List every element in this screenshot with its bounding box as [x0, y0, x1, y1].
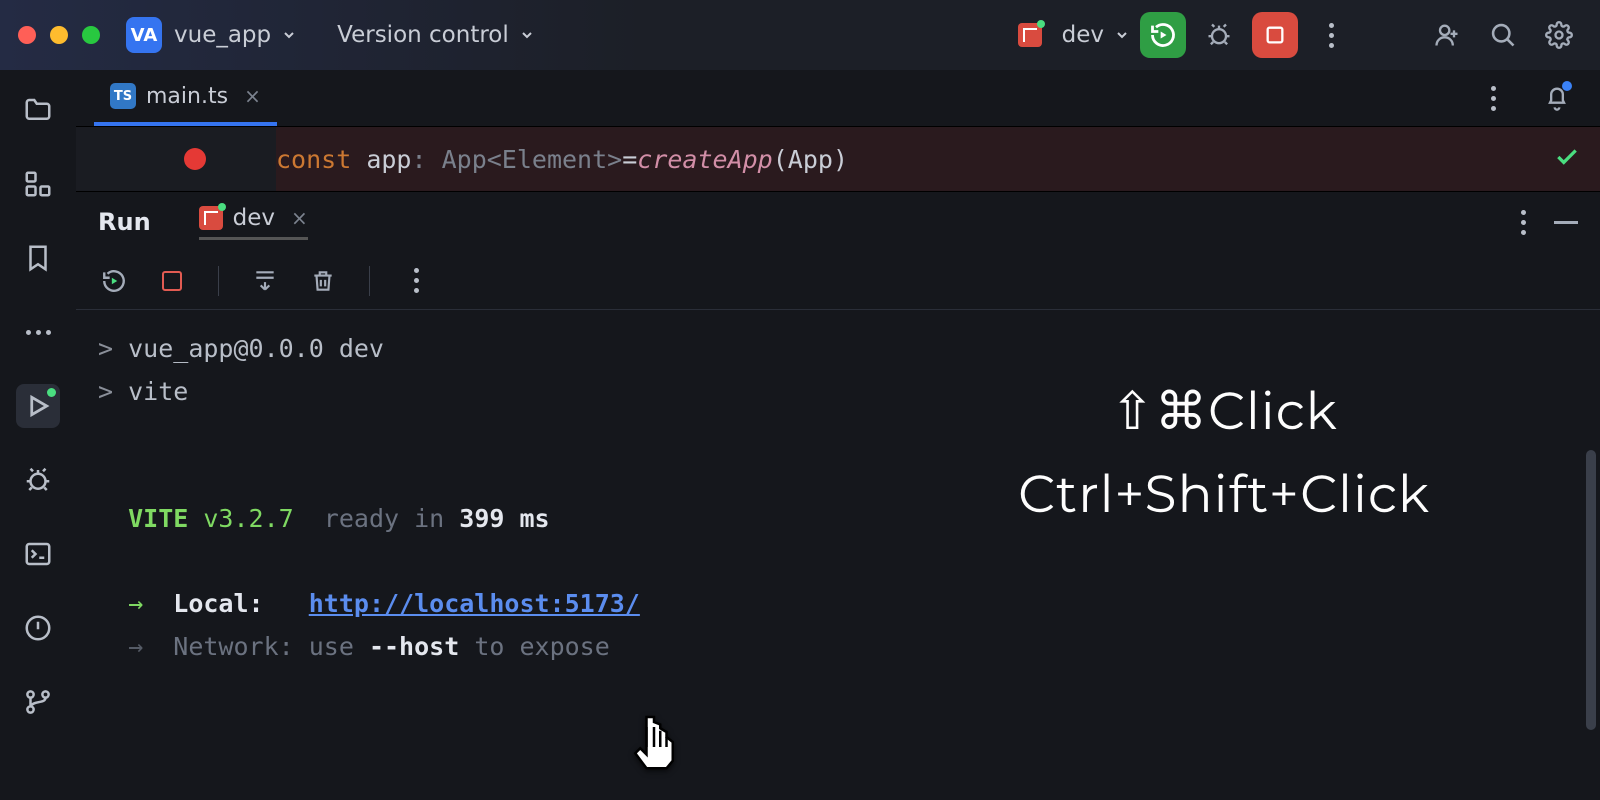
- stop-icon: [162, 271, 182, 291]
- rerun-icon: [101, 268, 127, 294]
- chevron-down-icon: [281, 27, 297, 43]
- problems-tool-button[interactable]: [16, 606, 60, 650]
- add-person-icon: [1433, 21, 1461, 49]
- run-panel-options[interactable]: [1521, 210, 1526, 235]
- chevron-down-icon: [519, 27, 535, 43]
- vcs-dropdown[interactable]: Version control: [337, 22, 535, 48]
- project-dropdown[interactable]: vue_app: [174, 22, 297, 48]
- minimize-window-button[interactable]: [50, 26, 68, 44]
- structure-icon: [23, 169, 53, 199]
- terminal-tool-button[interactable]: [16, 532, 60, 576]
- more-vertical-icon: [1491, 86, 1496, 111]
- shortcut-mac: ⇧⌘Click: [1018, 370, 1430, 453]
- ts-file-icon: TS: [110, 83, 136, 109]
- editor[interactable]: const app : App<Element> = createApp (Ap…: [76, 126, 1600, 192]
- shortcut-overlay: ⇧⌘Click Ctrl+Shift+Click: [1018, 370, 1430, 536]
- notifications-button[interactable]: [1534, 75, 1580, 121]
- divider: [218, 266, 219, 296]
- debug-tool-button[interactable]: [16, 458, 60, 502]
- file-tab-name: main.ts: [146, 84, 228, 109]
- run-panel-label: Run: [98, 208, 151, 236]
- project-name: vue_app: [174, 22, 271, 48]
- scrollbar[interactable]: [1586, 450, 1596, 730]
- code-line: const app : App<Element> = createApp (Ap…: [276, 145, 848, 174]
- titlebar: VA vue_app Version control dev: [0, 0, 1600, 70]
- vcs-label: Version control: [337, 22, 509, 48]
- close-run-tab-button[interactable]: ×: [291, 206, 308, 230]
- search-everywhere-button[interactable]: [1480, 12, 1526, 58]
- editor-tab-options[interactable]: [1470, 75, 1516, 121]
- run-toolbar: [76, 252, 1600, 310]
- bug-icon: [23, 465, 53, 495]
- search-icon: [1489, 21, 1517, 49]
- more-tools-button[interactable]: [16, 310, 60, 354]
- inspection-ok-icon[interactable]: [1554, 144, 1580, 175]
- bookmarks-tool-button[interactable]: [16, 236, 60, 280]
- npm-icon: [1018, 23, 1042, 47]
- bug-icon: [1205, 21, 1233, 49]
- divider: [369, 266, 370, 296]
- run-tab-name: dev: [233, 205, 275, 231]
- stop-icon: [1264, 24, 1286, 46]
- console-options-button[interactable]: [400, 265, 432, 297]
- rerun-icon: [1149, 21, 1177, 49]
- run-tool-button[interactable]: [16, 384, 60, 428]
- bookmark-icon: [23, 243, 53, 273]
- rerun-button[interactable]: [1140, 12, 1186, 58]
- editor-tabs: TS main.ts ×: [76, 70, 1600, 126]
- close-window-button[interactable]: [18, 26, 36, 44]
- maximize-window-button[interactable]: [82, 26, 100, 44]
- more-vertical-icon: [1521, 210, 1526, 235]
- file-tab-main-ts[interactable]: TS main.ts ×: [94, 70, 277, 126]
- shortcut-win: Ctrl+Shift+Click: [1018, 453, 1430, 536]
- chevron-down-icon: [1114, 27, 1130, 43]
- main-content: TS main.ts × const app: [76, 70, 1600, 800]
- breakpoint-marker[interactable]: [184, 148, 206, 170]
- stop-button[interactable]: [1252, 12, 1298, 58]
- run-config-dropdown[interactable]: dev: [1018, 22, 1130, 48]
- code-with-me-button[interactable]: [1424, 12, 1470, 58]
- git-branch-icon: [23, 687, 53, 717]
- notification-dot: [1562, 81, 1572, 91]
- hide-panel-button[interactable]: [1554, 221, 1578, 224]
- scroll-down-icon: [252, 268, 278, 294]
- npm-icon: [199, 206, 223, 230]
- run-tab-dev[interactable]: dev ×: [199, 205, 308, 240]
- terminal-icon: [23, 539, 53, 569]
- warning-icon: [23, 613, 53, 643]
- window-controls[interactable]: [18, 26, 100, 44]
- more-actions-button[interactable]: [1308, 12, 1354, 58]
- project-tool-button[interactable]: [16, 88, 60, 132]
- more-horizontal-icon: [26, 330, 51, 335]
- editor-gutter[interactable]: [76, 127, 276, 191]
- run-config-name: dev: [1062, 22, 1104, 48]
- folder-icon: [23, 95, 53, 125]
- structure-tool-button[interactable]: [16, 162, 60, 206]
- project-badge: VA: [126, 17, 162, 53]
- run-panel-header: Run dev ×: [76, 192, 1600, 252]
- scroll-to-end-button[interactable]: [249, 265, 281, 297]
- local-url-link[interactable]: http://localhost:5173/: [309, 589, 640, 618]
- debug-button[interactable]: [1196, 12, 1242, 58]
- stop-toolbar-button[interactable]: [156, 265, 188, 297]
- cursor-pointer-icon: [628, 712, 680, 772]
- git-tool-button[interactable]: [16, 680, 60, 724]
- more-vertical-icon: [414, 268, 419, 293]
- rerun-toolbar-button[interactable]: [98, 265, 130, 297]
- settings-button[interactable]: [1536, 12, 1582, 58]
- close-tab-button[interactable]: ×: [244, 84, 261, 108]
- clear-console-button[interactable]: [307, 265, 339, 297]
- running-indicator-dot: [47, 388, 56, 397]
- gear-icon: [1545, 21, 1573, 49]
- more-vertical-icon: [1329, 23, 1334, 48]
- left-toolbar: [0, 70, 76, 800]
- trash-icon: [310, 268, 336, 294]
